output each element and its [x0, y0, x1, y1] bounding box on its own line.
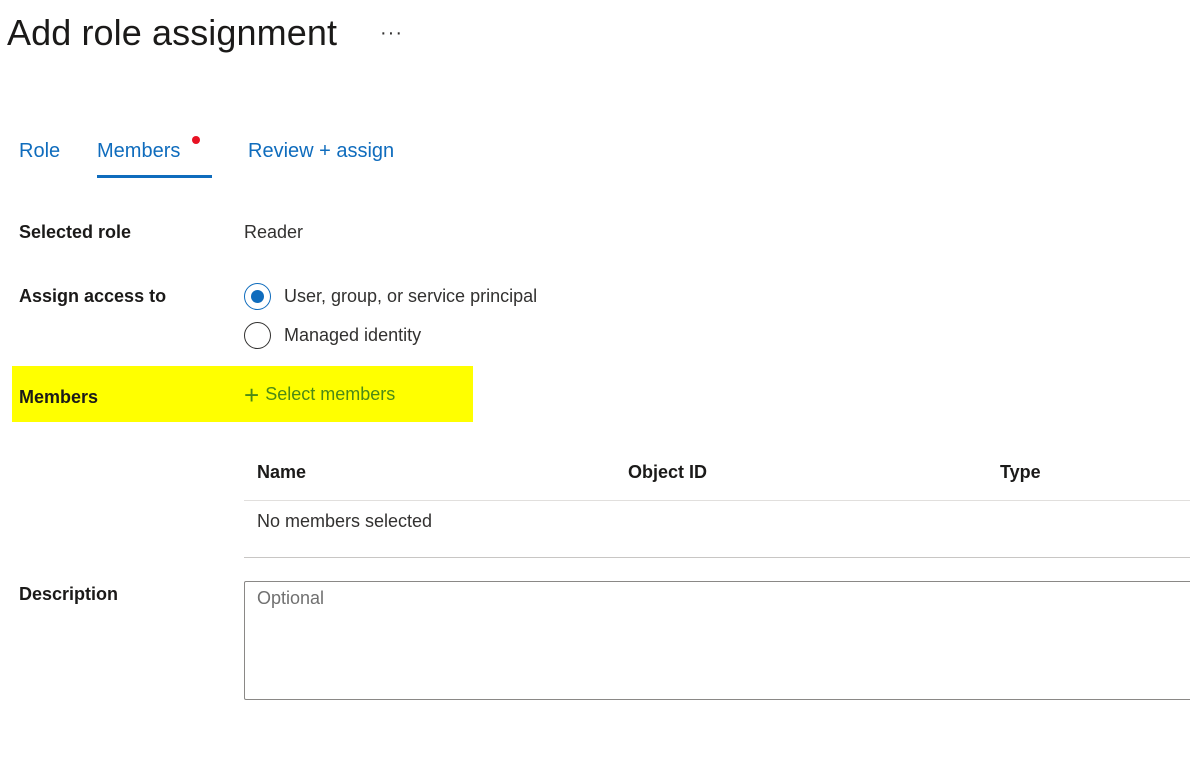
table-bottom-divider — [244, 557, 1190, 558]
active-tab-underline — [97, 175, 212, 178]
radio-label: Managed identity — [284, 325, 422, 345]
radio-managed-identity[interactable]: Managed identity — [244, 322, 421, 349]
tab-members[interactable]: Members — [97, 136, 212, 178]
plus-icon: + — [244, 379, 260, 410]
required-indicator-dot — [192, 136, 200, 144]
select-members-button[interactable]: + Select members — [244, 379, 396, 410]
radio-button-unchecked[interactable] — [244, 322, 271, 349]
column-header-object-id: Object ID — [628, 462, 708, 482]
radio-user-group-sp[interactable]: User, group, or service principal — [244, 283, 537, 310]
header-divider — [244, 500, 1190, 501]
assign-access-label: Assign access to — [19, 286, 167, 306]
select-members-label: Select members — [265, 384, 396, 404]
description-label: Description — [19, 584, 119, 604]
add-role-assignment-page: Add role assignment ··· Role Members Rev… — [0, 0, 1190, 780]
tab-role[interactable]: Role — [19, 140, 60, 163]
tab-members-label: Members — [97, 140, 181, 162]
radio-button-checked[interactable] — [244, 283, 271, 310]
column-header-name: Name — [257, 462, 307, 482]
selected-role-label: Selected role — [19, 222, 132, 242]
tab-review-assign[interactable]: Review + assign — [248, 140, 394, 163]
page-title: Add role assignment — [7, 12, 338, 53]
column-header-type: Type — [1000, 462, 1041, 482]
radio-label: User, group, or service principal — [284, 286, 538, 306]
members-label: Members — [19, 387, 99, 407]
more-options-icon[interactable]: ··· — [380, 22, 403, 45]
selected-role-value: Reader — [244, 222, 304, 242]
description-textarea[interactable] — [244, 581, 1190, 700]
empty-state-text: No members selected — [257, 511, 433, 531]
